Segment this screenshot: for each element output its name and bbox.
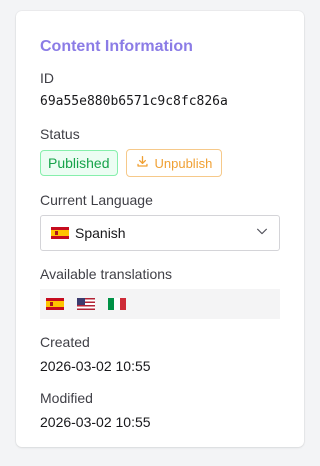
content-information-card: Content Information ID 69a55e880b6571c9c… — [16, 11, 304, 447]
modified-value: 2026-03-02 10:55 — [40, 414, 151, 430]
id-field: ID 69a55e880b6571c9c8fc826a — [40, 69, 280, 111]
unpublish-button-label: Unpublish — [154, 155, 213, 171]
translations-label: Available translations — [40, 266, 173, 282]
id-label: ID — [40, 70, 54, 86]
translations-list — [40, 289, 280, 319]
status-field: Status Published Unpublish — [40, 125, 280, 177]
chevron-down-icon — [255, 224, 269, 243]
flag-it-icon[interactable] — [108, 298, 126, 310]
modified-label: Modified — [40, 390, 93, 406]
status-label: Status — [40, 126, 80, 142]
id-value: 69a55e880b6571c9c8fc826a — [40, 94, 228, 109]
language-select[interactable]: Spanish — [40, 215, 280, 251]
current-language-field: Current Language Spanish — [40, 191, 280, 251]
modified-field: Modified 2026-03-02 10:55 — [40, 389, 280, 431]
flag-es-icon[interactable] — [46, 298, 64, 310]
flag-es-icon — [51, 227, 69, 239]
card-title: Content Information — [40, 38, 193, 55]
flag-us-icon[interactable] — [77, 298, 95, 310]
unpublish-button[interactable]: Unpublish — [125, 149, 223, 177]
created-value: 2026-03-02 10:55 — [40, 358, 151, 374]
created-label: Created — [40, 334, 90, 350]
created-field: Created 2026-03-02 10:55 — [40, 333, 280, 375]
current-language-label: Current Language — [40, 192, 153, 208]
published-status-badge: Published — [40, 150, 118, 176]
language-select-value: Spanish — [75, 225, 126, 241]
translations-field: Available translations — [40, 265, 280, 319]
download-icon — [136, 155, 149, 171]
